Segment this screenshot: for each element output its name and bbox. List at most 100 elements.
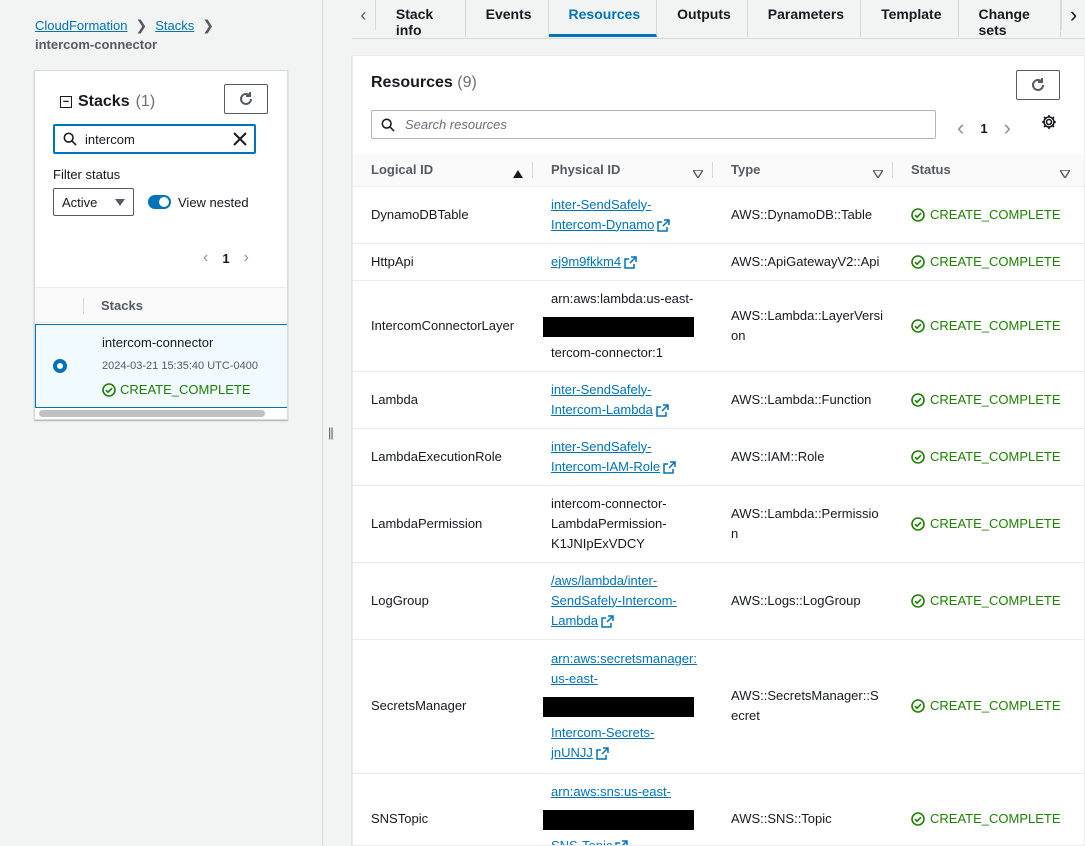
physical-id-link[interactable]: SendSafely-Intercom- [551,593,677,608]
logical-id: HttpApi [353,243,533,281]
physical-id-text: tercom-connector:1 [551,344,663,360]
type-cell: AWS::Lambda::Function [713,371,893,429]
chevron-right-icon[interactable]: › [1004,115,1011,141]
sort-icon[interactable] [1058,166,1072,181]
type-cell: AWS::IAM::Role [713,428,893,486]
view-nested-label: View nested [178,195,249,210]
physical-id-link[interactable]: us-east- [551,671,598,686]
physical-id-link[interactable]: Intercom-Secrets- [551,725,654,740]
stack-details: ‹ Stack info Events Resources Outputs Pa… [352,0,1085,846]
status-text: CREATE_COMPLETE [930,206,1061,222]
physical-id-link[interactable]: inter-SendSafely- [551,197,651,212]
physical-id-link[interactable]: Intercom-Dynamo [551,217,654,232]
physical-id-cell: arn:aws:secretsmanager: us-east- Intercom-… [533,639,713,774]
external-link-icon [656,403,669,417]
sort-icon[interactable] [691,166,705,181]
stacks-count: (1) [135,93,156,110]
physical-id-cell: /aws/lambda/inter- SendSafely-Intercom- La… [533,562,713,640]
physical-id-link[interactable]: jnUNJJ [551,745,593,760]
tab-stack-info[interactable]: Stack info [376,0,466,38]
check-circle-icon [911,449,925,464]
clear-icon[interactable] [233,132,247,146]
resources-search-input[interactable] [405,117,905,132]
physical-id-link[interactable]: inter-SendSafely- [551,382,651,397]
physical-id-cell: intercom-connector- LambdaPermission- K1JN… [533,485,713,563]
resources-title: Resources [371,74,453,91]
resource-type: AWS::Lambda::Function [731,391,872,407]
refresh-stacks-button[interactable] [224,84,268,114]
column-logical-id[interactable]: Logical ID [353,154,533,187]
resources-page-number[interactable]: 1 [980,121,987,136]
stack-row[interactable]: intercom-connector 2024-03-21 15:35:40 U… [35,324,287,408]
stack-radio[interactable] [53,359,67,373]
stacks-pagination: ‹ 1 › [203,249,249,267]
status-badge: CREATE_COMPLETE [911,514,1084,534]
column-type[interactable]: Type [713,154,893,187]
stack-name: intercom-connector [102,335,214,350]
tab-parameters[interactable]: Parameters [748,0,862,37]
physical-id-cell: arn:aws:sns:us-east- SNS-Topic [533,773,713,845]
table-row: Lambda inter-SendSafely- Intercom-Lambda AW… [353,371,1084,429]
physical-id-link[interactable]: Intercom-IAM-Role [551,459,660,474]
stack-timestamp: 2024-03-21 15:35:40 UTC-0400 [102,360,258,372]
physical-id-link[interactable]: inter-SendSafely- [551,439,651,454]
stacks-search-input[interactable] [85,131,225,147]
logical-id: Lambda [353,371,533,429]
breadcrumb-stacks[interactable]: Stacks [155,18,194,33]
physical-id-link[interactable]: ej9m9fkkm4 [551,254,621,269]
resources-count: (9) [457,74,477,91]
search-icon [381,118,395,132]
physical-id-link[interactable]: Lambda [551,613,598,628]
resource-type: on [731,327,746,343]
status-cell: CREATE_COMPLETE [893,243,1084,281]
tabs-scroll-right-icon[interactable]: › [1061,0,1085,30]
filter-status-select[interactable]: Active [53,188,134,216]
tabs-scroll-left-icon[interactable]: ‹ [352,0,376,30]
panel-resize-handle[interactable]: || [328,425,334,440]
resources-pagination: ‹ 1 › [957,115,1011,141]
resource-type: AWS::Lambda::Permissio [731,505,879,521]
chevron-left-icon[interactable]: ‹ [957,115,964,141]
physical-id-cell: inter-SendSafely- Intercom-IAM-Role [533,428,713,486]
table-row: DynamoDBTable inter-SendSafely- Intercom-D… [353,186,1084,244]
status-badge: CREATE_COMPLETE [911,316,1084,336]
stacks-title: Stacks [78,93,130,110]
logical-id: SecretsManager [353,639,533,774]
filter-status-label: Filter status [53,167,121,182]
resource-type: AWS::Logs::LogGroup [731,592,861,608]
search-icon [63,132,77,146]
refresh-resources-button[interactable] [1016,70,1060,100]
status-text: CREATE_COMPLETE [930,391,1061,407]
type-cell: AWS::ApiGatewayV2::Api [713,243,893,281]
breadcrumb-current: intercom-connector [35,37,158,52]
physical-id-link[interactable]: /aws/lambda/inter- [551,573,657,588]
physical-id-link[interactable]: arn:aws:secretsmanager: [551,651,697,666]
status-text: CREATE_COMPLETE [930,253,1061,269]
stacks-table-header: Stacks [35,287,287,323]
chevron-right-icon: ❯ [135,17,148,33]
stacks-card: − Stacks (1) Filter status Active View n… [34,70,288,420]
resource-type: AWS::SNS::Topic [731,811,832,826]
collapse-icon[interactable]: − [60,96,72,108]
tab-change-sets[interactable]: Change sets [959,0,1062,38]
chevron-right-icon[interactable]: › [244,249,249,267]
column-physical-id[interactable]: Physical ID [533,154,713,187]
view-nested-toggle[interactable] [148,195,171,209]
column-status[interactable]: Status [893,154,1084,187]
sort-ascending-icon[interactable] [513,166,523,181]
physical-id-link[interactable]: arn:aws:sns:us-east- [551,784,671,799]
tab-events[interactable]: Events [466,0,549,37]
tab-outputs[interactable]: Outputs [657,0,748,37]
stacks-page-number[interactable]: 1 [222,251,229,266]
gear-icon[interactable] [1041,114,1057,130]
check-circle-icon [911,699,925,713]
tab-resources[interactable]: Resources [548,0,658,37]
tab-template[interactable]: Template [861,0,959,37]
chevron-left-icon[interactable]: ‹ [203,249,208,267]
breadcrumb-cloudformation[interactable]: CloudFormation [35,18,128,33]
physical-id-link[interactable]: Intercom-Lambda [551,402,653,417]
horizontal-scrollbar[interactable] [39,410,265,417]
physical-id-text: intercom-connector- [551,495,667,511]
sort-icon[interactable] [871,166,885,181]
physical-id-link[interactable]: SNS-Topic [551,838,612,845]
